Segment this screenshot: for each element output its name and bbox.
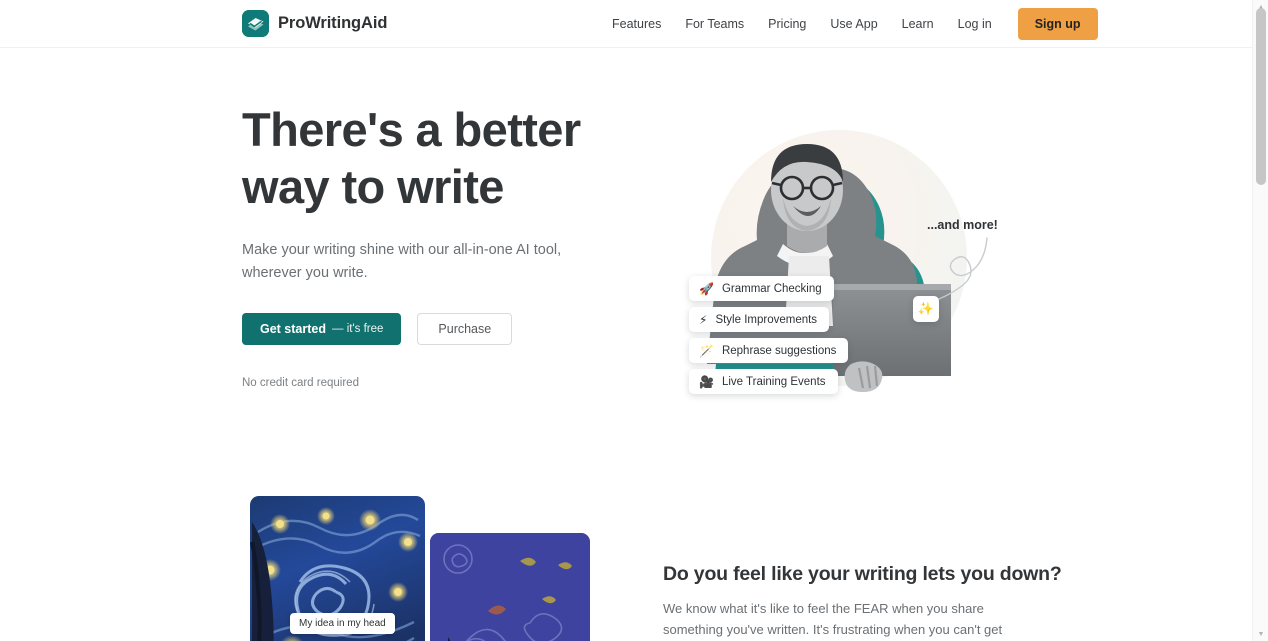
hero-title-line-1: There's a better [242, 103, 581, 156]
no-credit-card-note: No credit card required [242, 377, 359, 389]
feature-label: Rephrase suggestions [721, 344, 837, 357]
sign-up-button[interactable]: Sign up [1017, 8, 1098, 40]
feature-card-grammar-checking[interactable]: 🚀 Grammar Checking [689, 276, 834, 301]
lightning-bolt-icon: ⚡ [699, 312, 708, 327]
scrollbar-thumb[interactable] [1256, 8, 1266, 185]
brand-logo-link[interactable]: ProWritingAid [242, 10, 387, 37]
nav-item-log-in[interactable]: Log in [946, 11, 1004, 37]
nav-item-features[interactable]: Features [600, 11, 673, 37]
site-header: ProWritingAid Features For Teams Pricing… [0, 0, 1252, 48]
feature-card-live-training-events[interactable]: 🎥 Live Training Events [689, 369, 838, 394]
hero-title: There's a better way to write [242, 101, 642, 215]
magic-wand-icon: 🪄 [699, 343, 714, 358]
purchase-button[interactable]: Purchase [417, 313, 513, 345]
feature-card-style-improvements[interactable]: ⚡ Style Improvements [689, 307, 830, 332]
nav-item-for-teams[interactable]: For Teams [673, 11, 756, 37]
get-started-label: Get started [260, 322, 326, 336]
hero-copy: There's a better way to write Make your … [242, 101, 642, 389]
starry-night-comparison-art: My idea in my head [242, 496, 642, 641]
get-started-button[interactable]: Get started — it's free [242, 313, 402, 345]
hero-title-line-2: way to write [242, 160, 504, 213]
and-more-annotation: ...and more! [927, 218, 998, 232]
simplified-painting-panel [430, 533, 590, 641]
section2-body: We know what it's like to feel the FEAR … [663, 601, 1003, 637]
section2-title: Do you feel like your writing lets you d… [663, 563, 1062, 585]
feature-label: Style Improvements [715, 313, 818, 326]
video-camera-icon: 🎥 [699, 374, 714, 389]
feature-card-rephrase-suggestions[interactable]: 🪄 Rephrase suggestions [689, 338, 849, 363]
sparkles-glyph: ✨ [917, 301, 935, 316]
my-idea-in-my-head-label: My idea in my head [290, 613, 395, 634]
rocket-icon: 🚀 [699, 281, 714, 296]
scroll-down-arrow-icon[interactable]: ▼ [1253, 627, 1268, 641]
hero-section: There's a better way to write Make your … [0, 48, 1252, 468]
main-navigation: Features For Teams Pricing Use App Learn… [600, 0, 1098, 48]
feature-label: Grammar Checking [721, 282, 822, 295]
page-root: ProWritingAid Features For Teams Pricing… [0, 0, 1268, 641]
nav-item-learn[interactable]: Learn [890, 11, 946, 37]
nav-item-use-app[interactable]: Use App [818, 11, 889, 37]
stacked-books-check-icon [242, 10, 269, 37]
hero-cta-group: Get started — it's free Purchase [242, 313, 642, 345]
feature-label: Live Training Events [721, 375, 826, 388]
hero-illustration: ...and more! ✨ 🚀 Grammar Checking ⚡ Styl… [655, 106, 1015, 436]
hero-subtitle: Make your writing shine with our all-in-… [242, 242, 562, 281]
sparkles-icon: ✨ [913, 296, 939, 322]
nav-item-pricing[interactable]: Pricing [756, 11, 818, 37]
brand-name: ProWritingAid [278, 14, 388, 32]
page-scrollbar[interactable]: ▲ ▼ [1252, 0, 1268, 641]
section2-copy: Do you feel like your writing lets you d… [663, 563, 1063, 641]
get-started-suffix: — it's free [332, 323, 384, 335]
writing-lets-you-down-section: My idea in my head Do you feel like your… [0, 468, 1252, 641]
